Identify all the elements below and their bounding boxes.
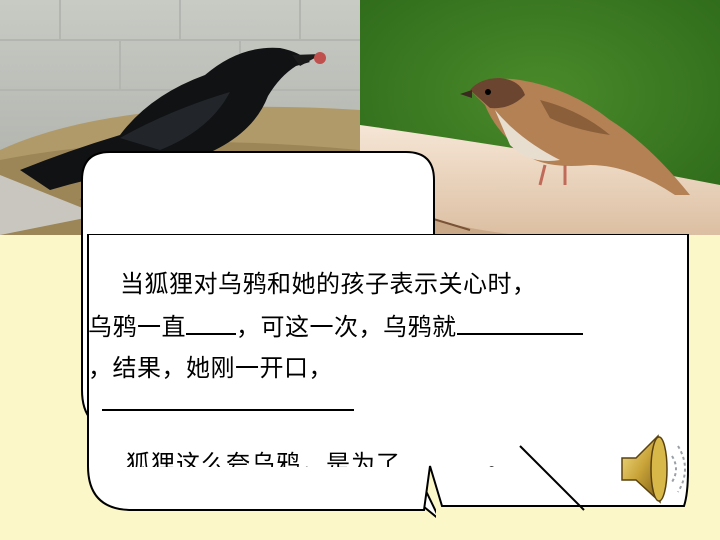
bubble-line-2: 乌鸦一直 ，可这一次，乌鸦就 xyxy=(88,307,583,342)
fill-blank-3[interactable] xyxy=(401,444,487,467)
hidden-question: 狐狸这么夸乌鸦，是为了 。 xyxy=(126,444,512,467)
hidden-question-end: 。 xyxy=(487,450,512,467)
speaker-icon[interactable] xyxy=(614,426,694,512)
hidden-question-text: 狐狸这么夸乌鸦，是为了 xyxy=(126,450,401,467)
answer-blank-line[interactable] xyxy=(102,409,354,411)
bubble-line-1: 当狐狸对乌鸦和她的孩子表示关心时， xyxy=(120,270,537,298)
bubble-line-2-start: 乌鸦一直 xyxy=(88,313,186,341)
bubble-line-2-end: ，可这一次，乌鸦就 xyxy=(236,313,457,341)
bubble-line-3: ，结果，她刚一开口， xyxy=(88,354,333,382)
fill-blank-2[interactable] xyxy=(456,307,583,335)
fill-blank-1[interactable] xyxy=(186,307,236,335)
